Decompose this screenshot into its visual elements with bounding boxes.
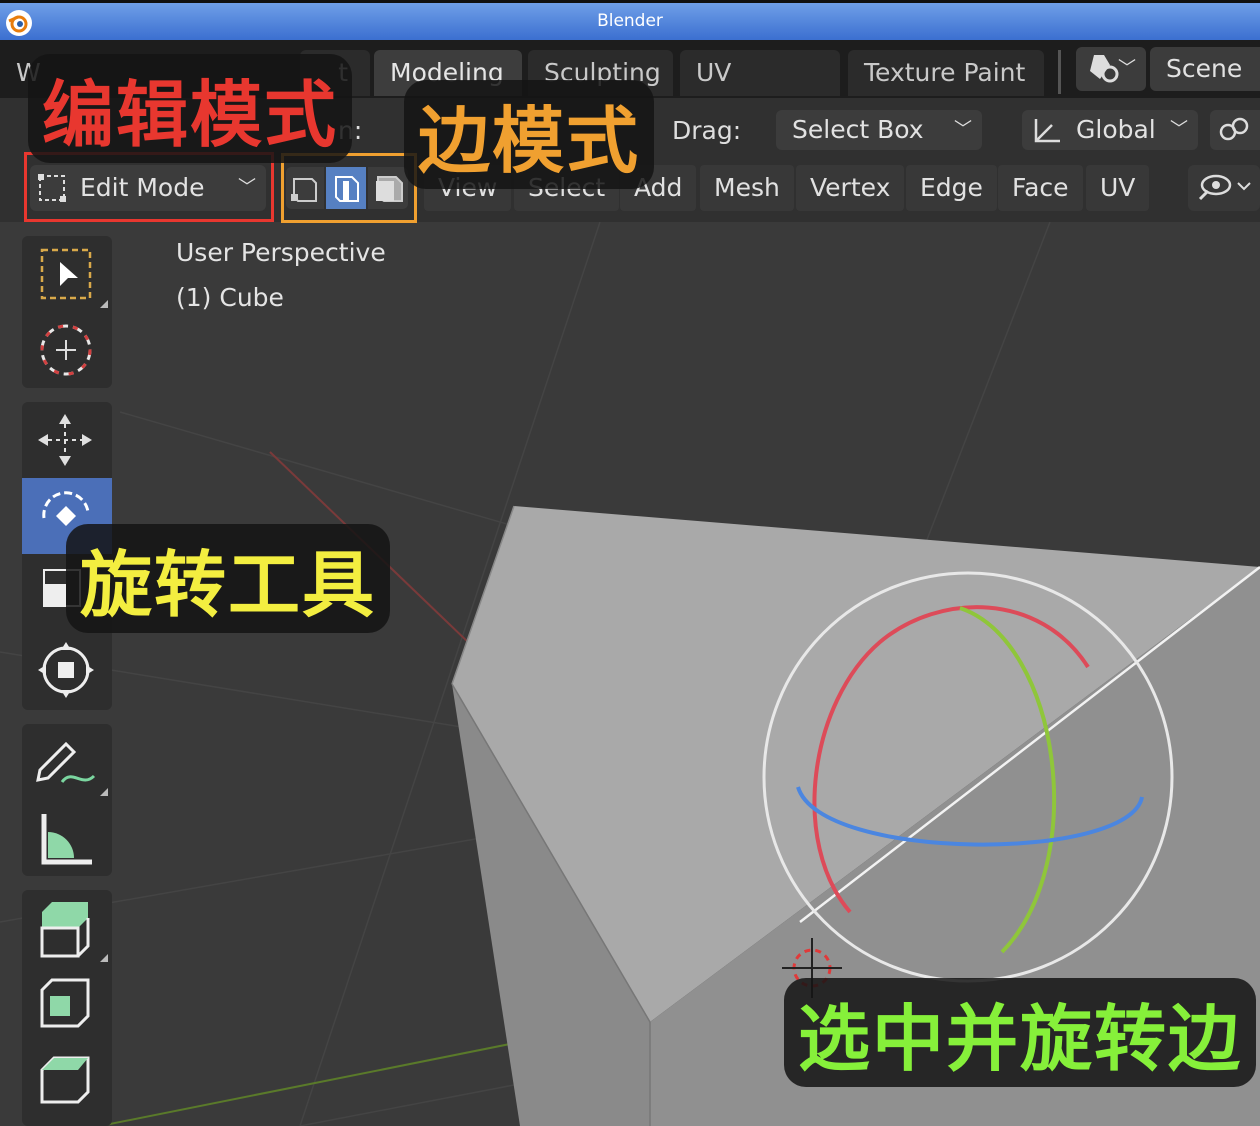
rotate-tool-caption: 旋转工具 [66, 524, 391, 633]
menu-edge[interactable]: Edge [906, 165, 997, 211]
tab-texture-paint[interactable]: Texture Paint [848, 50, 1044, 96]
tool-options-corner-icon [100, 954, 108, 962]
select-box-tool-button[interactable] [22, 236, 112, 312]
tool-options-corner-icon [100, 300, 108, 308]
scene-name-field[interactable]: Scene [1150, 47, 1260, 91]
select-box-icon [40, 248, 92, 300]
pivot-point-dropdown[interactable] [1210, 110, 1260, 150]
tool-options-corner-icon [100, 788, 108, 796]
tab-divider [1058, 50, 1061, 94]
scene-label: Scene [1166, 54, 1243, 83]
bevel-tool-button[interactable] [22, 1042, 112, 1118]
menu-uv[interactable]: UV [1086, 165, 1150, 211]
edit-mode-caption: 编辑模式 [28, 54, 353, 163]
cursor-icon [40, 324, 92, 376]
menu-vertex[interactable]: Vertex [796, 165, 905, 211]
transform-icon [38, 642, 94, 698]
viewport-object-label: (1) Cube [176, 283, 284, 312]
viewport-perspective-label: User Perspective [176, 238, 386, 267]
transform-orientation-dropdown[interactable]: Global ﹀ [1022, 110, 1198, 150]
cursor-tool-button[interactable] [22, 312, 112, 388]
scene-selector-button[interactable]: ﹀ [1076, 47, 1146, 91]
visibility-dropdown[interactable] [1188, 165, 1260, 211]
move-icon [38, 414, 92, 466]
inset-tool-button[interactable] [22, 966, 112, 1042]
select-rotate-edge-caption: 选中并旋转边 [784, 978, 1257, 1087]
drag-label: Drag: [672, 116, 742, 145]
eye-icon [1198, 174, 1251, 201]
inset-faces-icon [40, 978, 90, 1028]
chevron-down-icon: ﹀ [1118, 58, 1136, 79]
drag-value: Select Box [792, 115, 924, 144]
link-icon [1219, 117, 1249, 141]
drag-select-dropdown[interactable]: Select Box ﹀ [776, 110, 982, 150]
annotate-pencil-icon [36, 741, 96, 784]
edge-mode-caption: 边模式 [404, 80, 655, 189]
annotate-tool-button[interactable] [22, 724, 112, 800]
chevron-down-icon: ﹀ [1170, 119, 1188, 140]
menu-face[interactable]: Face [998, 165, 1083, 211]
measure-icon [41, 814, 92, 865]
bevel-icon [40, 1056, 90, 1104]
tab-label: Texture Paint [864, 58, 1026, 87]
edge-mode-highlight-box [281, 153, 417, 223]
extrude-tool-button[interactable] [22, 890, 112, 966]
tab-uv-editing[interactable]: UV Editing [680, 50, 840, 133]
transform-tool-button[interactable] [22, 630, 112, 706]
extrude-icon [40, 902, 90, 958]
transform-axes-icon [1034, 119, 1060, 143]
orientation-value: Global [1076, 115, 1156, 144]
menu-mesh[interactable]: Mesh [700, 165, 794, 211]
measure-tool-button[interactable] [22, 800, 112, 876]
window-title: Blender [597, 11, 663, 31]
chevron-down-icon: ﹀ [954, 119, 972, 140]
title-bar: Blender [0, 0, 1260, 40]
move-tool-button[interactable] [22, 402, 112, 478]
